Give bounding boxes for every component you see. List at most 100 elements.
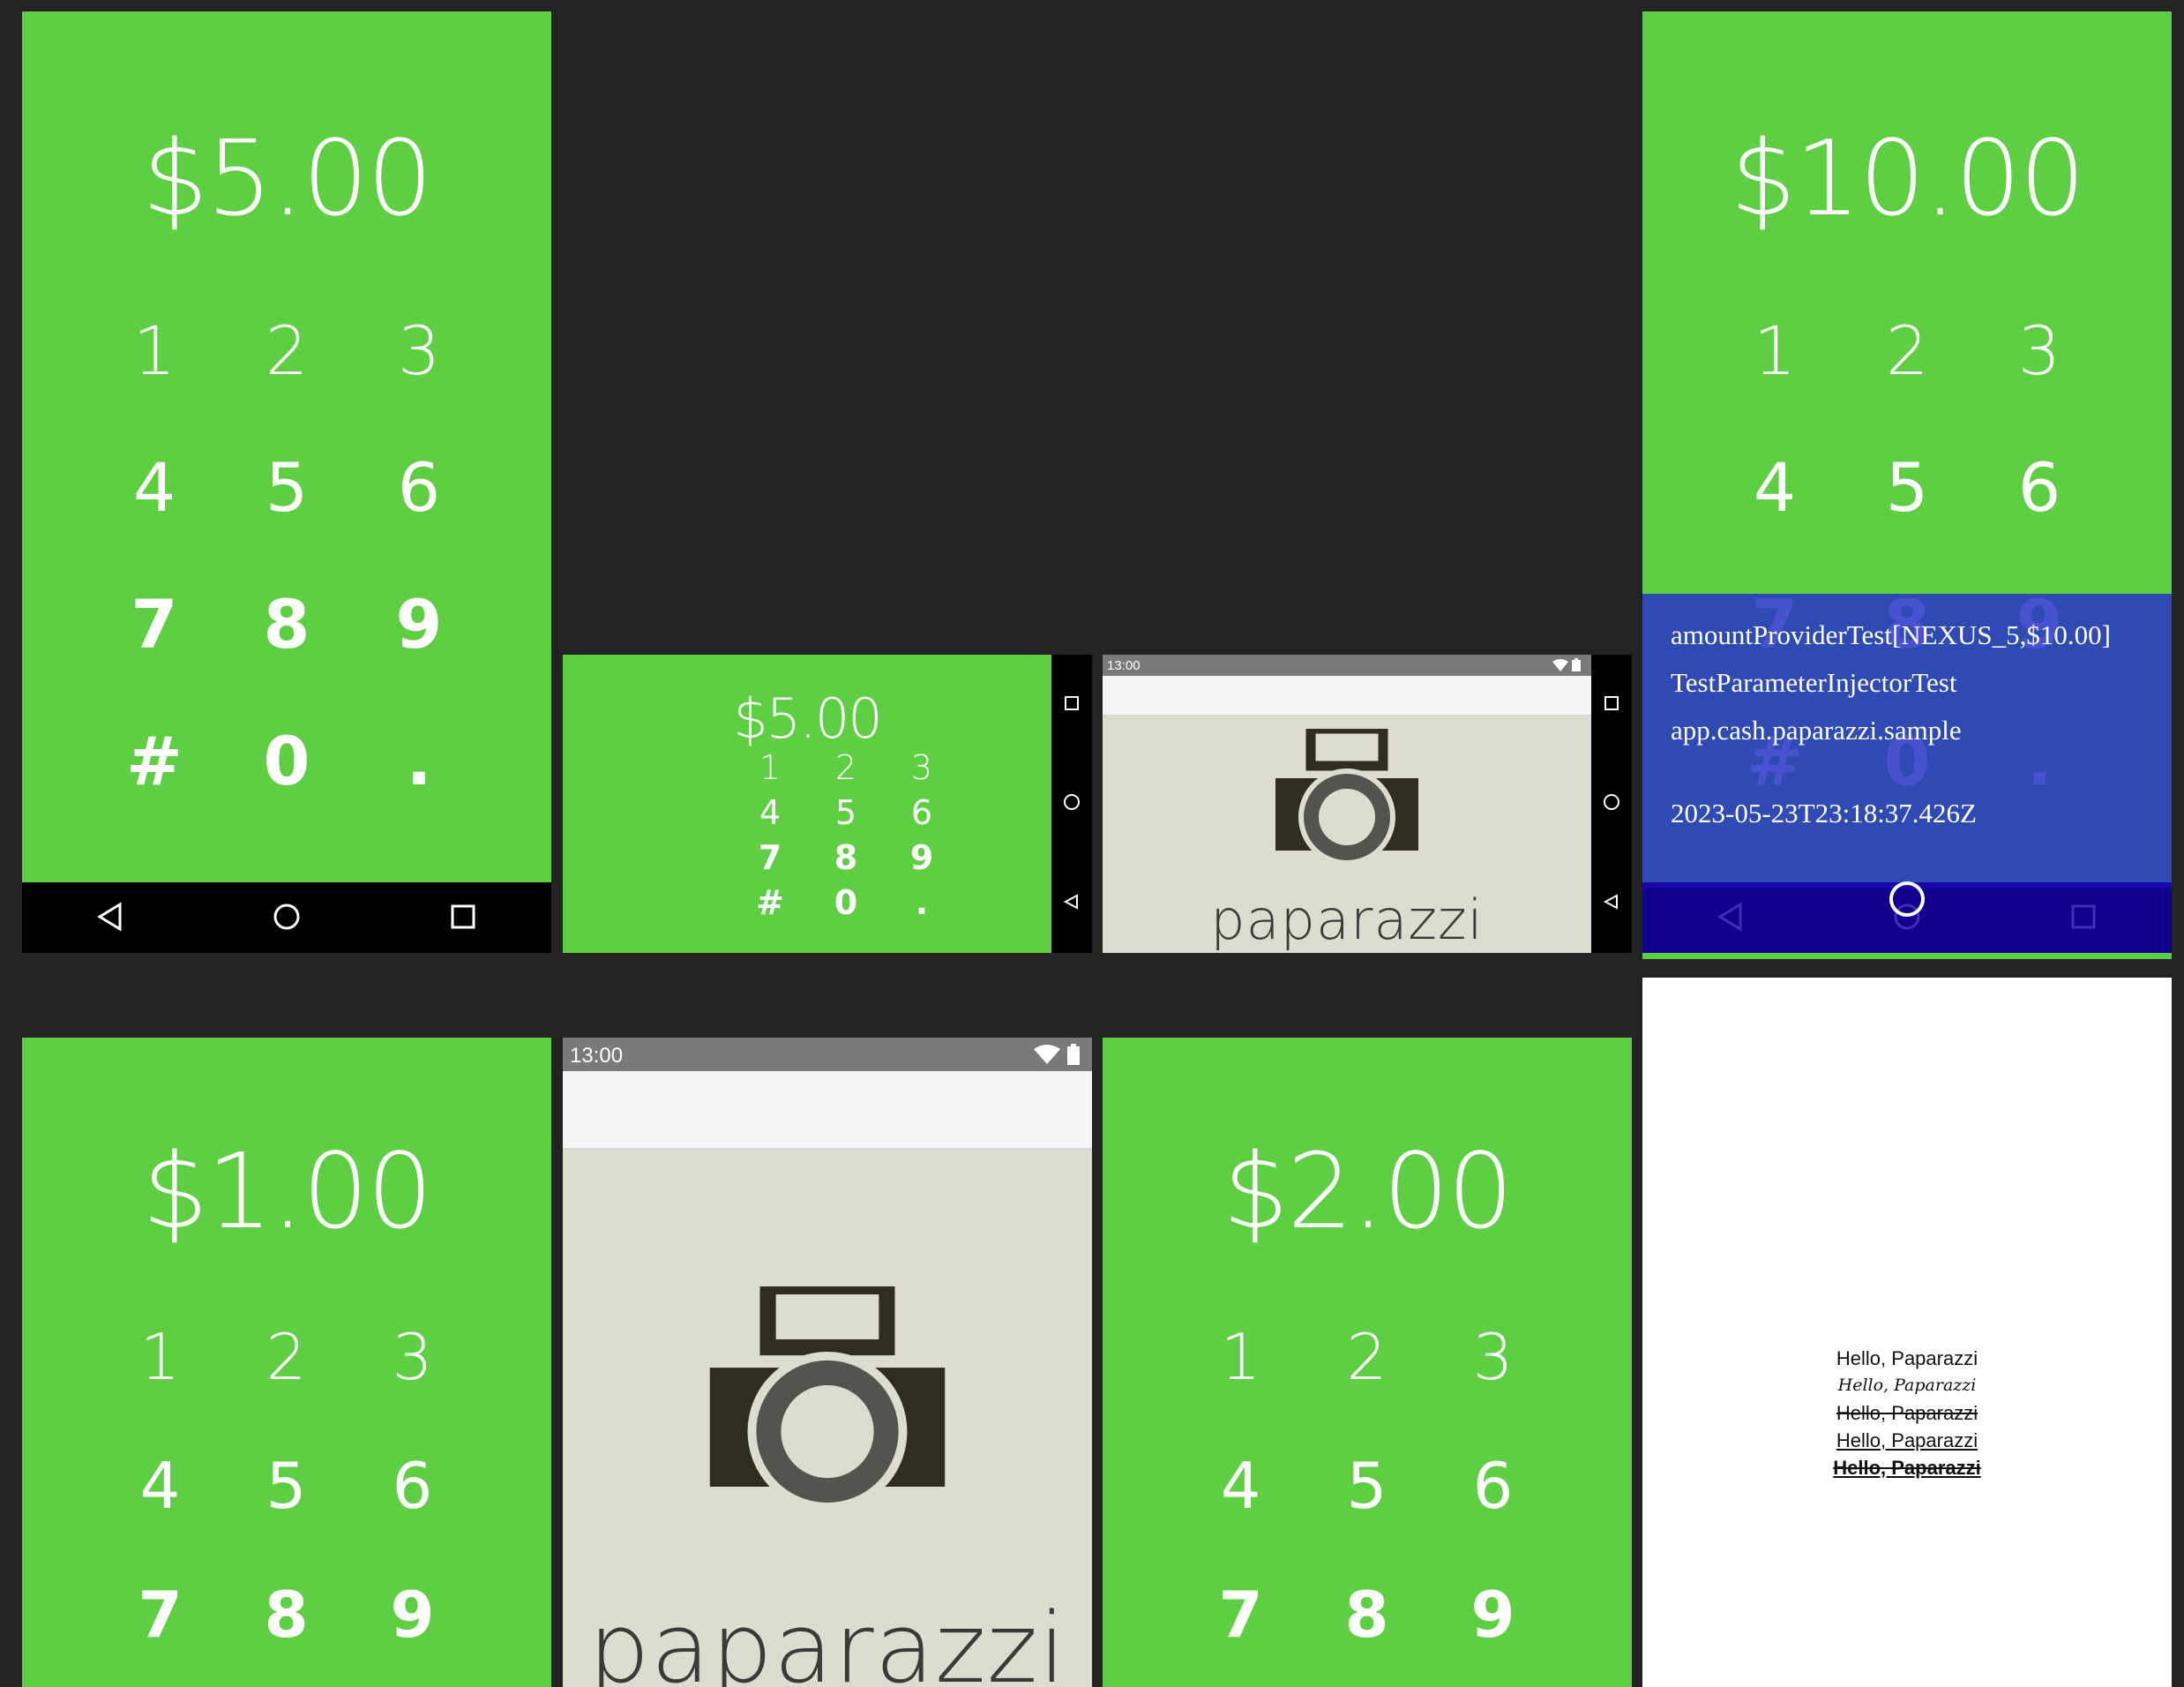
recents-icon[interactable] xyxy=(1063,694,1081,715)
snapshot-amount-10-overlay[interactable]: $10.00 1 2 3 4 5 6 7 8 9 # 0 . amountPro… xyxy=(1642,11,2172,959)
key-6[interactable]: 6 xyxy=(884,793,960,838)
battery-icon xyxy=(1067,1044,1080,1065)
key-0[interactable]: 0 xyxy=(808,883,884,928)
key-6[interactable]: 6 xyxy=(349,1449,475,1578)
keypad: 1 2 3 4 5 6 7 8 9 xyxy=(1178,1320,1557,1687)
key-5[interactable]: 5 xyxy=(221,448,353,585)
keypad: 1 2 3 4 5 6 7 8 9 # 0 . xyxy=(88,311,485,858)
snapshot-amount-5-landscape[interactable]: $5.00 1 2 3 4 5 6 7 8 9 # 0 . xyxy=(563,655,1092,953)
key-dot[interactable]: . xyxy=(353,722,485,858)
key-5[interactable]: 5 xyxy=(1841,448,1973,585)
nav-bar xyxy=(22,882,551,953)
key-3[interactable]: 3 xyxy=(884,748,960,793)
key-4[interactable]: 4 xyxy=(1709,448,1841,585)
key-hash[interactable]: # xyxy=(732,883,808,928)
amount-display: $1.00 xyxy=(142,1130,433,1252)
key-2[interactable]: 2 xyxy=(1304,1320,1430,1449)
keypad: 1 2 3 4 5 6 7 8 9 # 0 . xyxy=(732,748,933,928)
overlay-info: amountProviderTest[NEXUS_5,$10.00] TestP… xyxy=(1671,611,2111,837)
app-bar xyxy=(563,1071,1092,1150)
key-7[interactable]: 7 xyxy=(1178,1578,1304,1687)
overlay-timestamp: 2023-05-23T23:18:37.426Z xyxy=(1671,798,1977,829)
overlay-test-name: amountProviderTest[NEXUS_5,$10.00] xyxy=(1671,619,2111,650)
back-icon[interactable] xyxy=(1603,893,1620,913)
key-7[interactable]: 7 xyxy=(88,585,221,722)
paparazzi-wordmark: paparazzi xyxy=(1210,888,1484,952)
camera-icon xyxy=(1275,729,1418,863)
recents-icon[interactable] xyxy=(448,902,478,934)
snapshot-text-styles[interactable]: Hello, Paparazzi Hello, Paparazzi Hello,… xyxy=(1642,978,2172,1687)
key-1[interactable]: 1 xyxy=(97,1320,223,1449)
back-icon[interactable] xyxy=(1063,893,1081,913)
key-9[interactable]: 9 xyxy=(884,838,960,883)
text-bold-strike-underline: Hello, Paparazzi xyxy=(1833,1457,1981,1479)
snapshot-paparazzi-portrait[interactable]: 13:00 paparazzi xyxy=(563,1038,1092,1687)
snapshot-amount-5-portrait[interactable]: $5.00 1 2 3 4 5 6 7 8 9 # 0 . xyxy=(22,11,551,953)
keypad: 1 2 3 4 5 6 7 8 9 xyxy=(97,1320,476,1687)
key-2[interactable]: 2 xyxy=(1841,311,1973,448)
text-underline: Hello, Paparazzi xyxy=(1836,1429,1978,1451)
key-2[interactable]: 2 xyxy=(221,311,353,448)
overlay-package-name: app.cash.paparazzi.sample xyxy=(1671,715,1962,746)
key-9[interactable]: 9 xyxy=(353,585,485,722)
text-strikethrough: Hello, Paparazzi xyxy=(1836,1402,1978,1424)
amount-display: $10.00 xyxy=(1730,117,2086,239)
key-3[interactable]: 3 xyxy=(1430,1320,1556,1449)
status-bar: 13:00 xyxy=(563,1038,1092,1071)
text-style-list: Hello, Paparazzi Hello, Paparazzi Hello,… xyxy=(1642,1345,2172,1481)
status-time: 13:00 xyxy=(1107,658,1141,673)
key-2[interactable]: 2 xyxy=(223,1320,349,1449)
key-3[interactable]: 3 xyxy=(349,1320,475,1449)
key-4[interactable]: 4 xyxy=(1178,1449,1304,1578)
key-7[interactable]: 7 xyxy=(732,838,808,883)
key-8[interactable]: 8 xyxy=(808,838,884,883)
overlay-class-name: TestParameterInjectorTest xyxy=(1671,667,1957,698)
key-5[interactable]: 5 xyxy=(808,793,884,838)
key-8[interactable]: 8 xyxy=(223,1578,349,1687)
key-1[interactable]: 1 xyxy=(88,311,221,448)
key-6[interactable]: 6 xyxy=(1973,448,2105,585)
app-content: paparazzi xyxy=(1103,716,1591,953)
home-icon[interactable] xyxy=(272,902,302,934)
key-2[interactable]: 2 xyxy=(808,748,884,793)
key-5[interactable]: 5 xyxy=(223,1449,349,1578)
camera-icon xyxy=(709,1286,946,1507)
amount-display: $2.00 xyxy=(1223,1130,1514,1252)
nav-bar xyxy=(1591,655,1632,953)
key-3[interactable]: 3 xyxy=(1973,311,2105,448)
wifi-icon xyxy=(1552,659,1568,671)
text-cursive: Hello, Paparazzi xyxy=(1837,1376,1977,1395)
text-regular: Hello, Paparazzi xyxy=(1836,1347,1978,1369)
key-9[interactable]: 9 xyxy=(349,1578,475,1687)
key-3[interactable]: 3 xyxy=(353,311,485,448)
key-dot[interactable]: . xyxy=(884,883,960,928)
recents-icon[interactable] xyxy=(1603,694,1620,715)
snapshot-paparazzi-landscape[interactable]: 13:00 paparazzi xyxy=(1103,655,1632,953)
key-7[interactable]: 7 xyxy=(97,1578,223,1687)
amount-display: $5.00 xyxy=(142,117,433,239)
key-1[interactable]: 1 xyxy=(1178,1320,1304,1449)
key-4[interactable]: 4 xyxy=(732,793,808,838)
key-1[interactable]: 1 xyxy=(1709,311,1841,448)
wifi-icon xyxy=(1034,1045,1060,1064)
key-6[interactable]: 6 xyxy=(1430,1449,1556,1578)
home-icon[interactable] xyxy=(1603,793,1620,814)
key-8[interactable]: 8 xyxy=(221,585,353,722)
nav-bar xyxy=(1051,655,1092,953)
key-hash[interactable]: # xyxy=(88,722,221,858)
key-9[interactable]: 9 xyxy=(1430,1578,1556,1687)
status-time: 13:00 xyxy=(570,1044,624,1068)
key-4[interactable]: 4 xyxy=(88,448,221,585)
key-4[interactable]: 4 xyxy=(97,1449,223,1578)
key-8[interactable]: 8 xyxy=(1304,1578,1430,1687)
snapshot-amount-1-portrait[interactable]: $1.00 1 2 3 4 5 6 7 8 9 xyxy=(22,1038,551,1687)
key-5[interactable]: 5 xyxy=(1304,1449,1430,1578)
key-6[interactable]: 6 xyxy=(353,448,485,585)
status-bar: 13:00 xyxy=(1103,655,1591,676)
home-icon[interactable] xyxy=(1063,793,1081,814)
app-bar xyxy=(1103,676,1591,716)
key-1[interactable]: 1 xyxy=(732,748,808,793)
snapshot-amount-2-portrait[interactable]: $2.00 1 2 3 4 5 6 7 8 9 xyxy=(1103,1038,1632,1687)
key-0[interactable]: 0 xyxy=(221,722,353,858)
back-icon[interactable] xyxy=(95,901,125,934)
